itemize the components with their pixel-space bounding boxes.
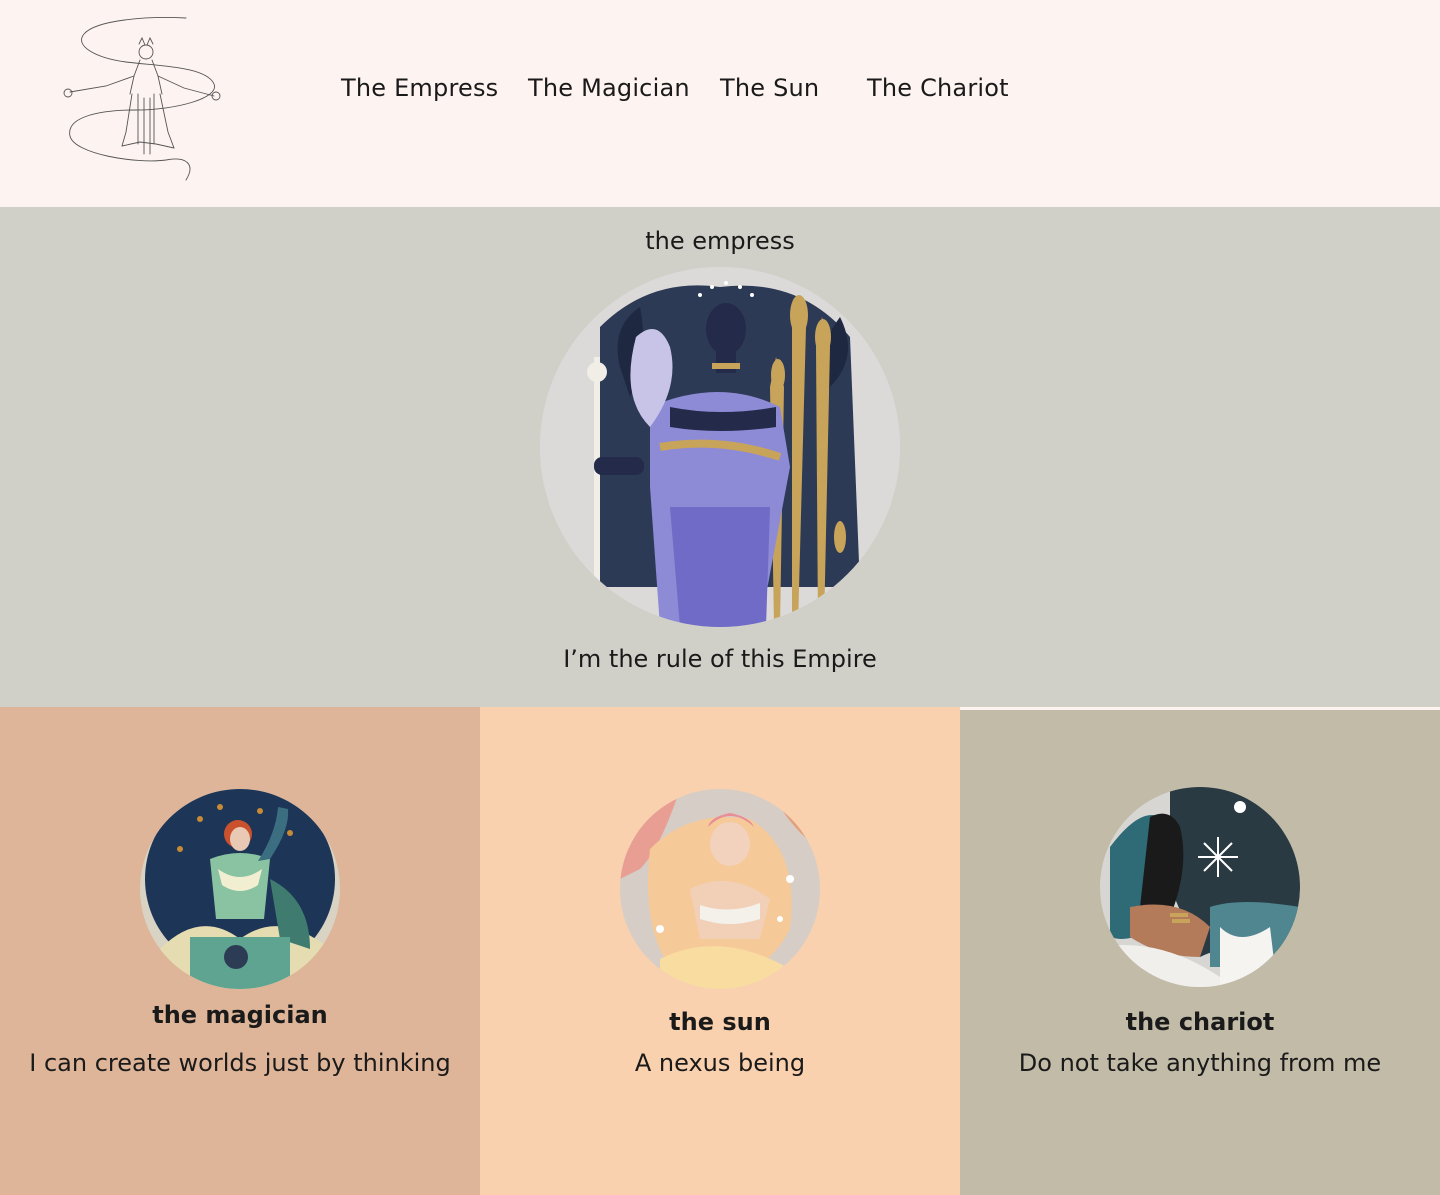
nav-link-sun[interactable]: The Sun [720,74,819,102]
card-description: Do not take anything from me [1018,1049,1382,1077]
logo-sketch-icon[interactable] [56,14,231,184]
sun-card-image [620,789,820,989]
site-header: The Empress The Magician The Sun The Cha… [0,0,1440,207]
card-title: the chariot [1125,1008,1275,1036]
nav-link-chariot[interactable]: The Chariot [867,74,1009,102]
card-chariot: the chariot Do not take anything from me [960,710,1440,1195]
nav-link-magician[interactable]: The Magician [528,74,690,102]
hero-section: the empress I’m the rule of this Empire [0,207,1440,707]
empress-card-image [540,267,900,627]
hero-title: the empress [645,227,795,255]
card-description: A nexus being [634,1049,806,1077]
hero-description: I’m the rule of this Empire [563,645,877,673]
card-title: the sun [669,1008,771,1036]
card-magician: the magician I can create worlds just by… [0,707,480,1195]
card-sun: the sun A nexus being [480,707,960,1195]
magician-card-image [140,789,340,989]
card-title: the magician [152,1001,328,1029]
chariot-card-image [1100,787,1300,987]
nav-link-empress[interactable]: The Empress [341,74,498,102]
card-description: I can create worlds just by thinking [29,1049,451,1077]
